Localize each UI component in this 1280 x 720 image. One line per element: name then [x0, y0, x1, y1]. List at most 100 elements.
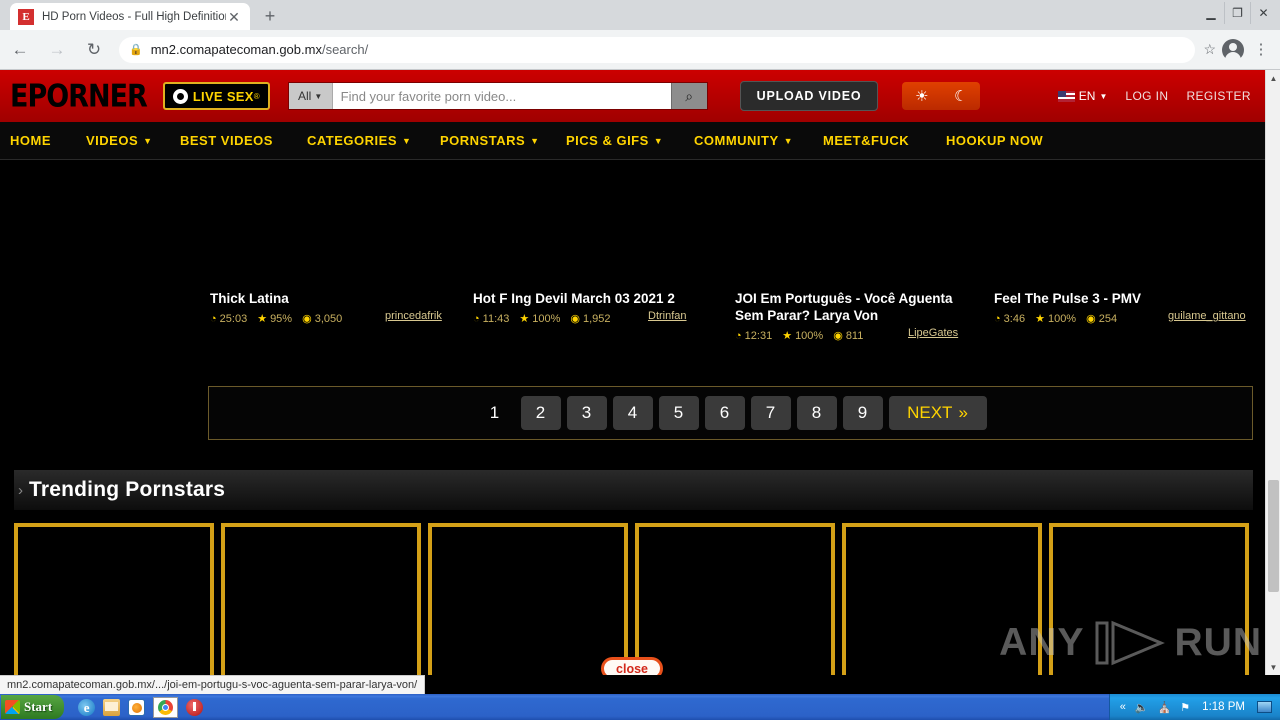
nav-item-home[interactable]: HOME: [10, 133, 51, 148]
clock-icon: ◔: [473, 312, 480, 325]
double-chevron-right-icon: »: [958, 403, 968, 422]
folder-icon[interactable]: [103, 698, 121, 716]
show-desktop-icon[interactable]: [1257, 701, 1272, 713]
scrollbar-thumb[interactable]: [1268, 480, 1279, 592]
clock-icon: ◔: [735, 329, 742, 342]
minimize-icon[interactable]: ▁: [1198, 2, 1224, 24]
page-link-4[interactable]: 4: [612, 396, 653, 430]
media-player-icon[interactable]: [128, 698, 146, 716]
windows-taskbar: Start « 🔈 ⛪ ⚑ 1:18 PM: [0, 694, 1280, 720]
us-flag-icon: [1057, 90, 1075, 102]
security-shield-icon[interactable]: ⛪: [1158, 701, 1172, 714]
language-selector[interactable]: EN ▼: [1057, 89, 1107, 103]
video-title[interactable]: Hot F Ing Devil March 03 2021 2: [473, 290, 723, 307]
video-duration: ◔ 3:46: [994, 313, 1025, 325]
video-rating-value: 100%: [795, 329, 824, 342]
eye-icon: ◉: [1086, 313, 1096, 325]
tab-strip: E HD Porn Videos - Full High Definition …: [0, 0, 1280, 30]
nav-item-best-videos[interactable]: BEST VIDEOS: [180, 133, 273, 148]
start-button[interactable]: Start: [1, 695, 65, 719]
video-title[interactable]: Thick Latina: [210, 290, 460, 307]
browser-tab[interactable]: E HD Porn Videos - Full High Definition …: [10, 3, 250, 30]
network-flag-icon[interactable]: ⚑: [1180, 701, 1190, 714]
show-hidden-icons-icon[interactable]: «: [1120, 701, 1126, 713]
profile-avatar-icon[interactable]: [1222, 38, 1244, 61]
video-author-link[interactable]: Dtrinfan: [648, 310, 687, 322]
video-card[interactable]: Thick Latina ◔ 25:03 ★ 95% ◉ 3,050 princedafrik: [210, 290, 460, 325]
pornstar-card[interactable]: KRYSTAL BOYD: [14, 523, 214, 675]
pagination: 1 2 3 4 5 6 7 8 9 NEXT »: [208, 386, 1253, 440]
nav-item-label: VIDEOS: [86, 133, 139, 148]
maximize-icon[interactable]: ❐: [1224, 2, 1250, 24]
bookmark-star-icon[interactable]: ☆: [1203, 41, 1216, 58]
page-link-1[interactable]: 1: [475, 396, 515, 430]
star-icon: ★: [782, 330, 793, 342]
volume-icon[interactable]: 🔈: [1135, 701, 1149, 714]
status-bar-url: mn2.comapatecoman.gob.mx/.../joi-em-port…: [0, 675, 426, 694]
page-viewport: EPORNER LIVE SEX® All ▼ ⌕ UPLOAD VIDEO ☀…: [0, 70, 1280, 675]
nav-item-label: COMMUNITY: [694, 133, 779, 148]
video-rating-value: 100%: [1047, 312, 1077, 325]
search-icon[interactable]: ⌕: [670, 83, 707, 109]
page-scrollbar[interactable]: ▲ ▼: [1265, 70, 1280, 675]
search-scope-dropdown[interactable]: All ▼: [288, 83, 333, 109]
page-link-7[interactable]: 7: [750, 396, 791, 430]
video-author-link[interactable]: LipeGates: [908, 327, 958, 339]
stop-icon[interactable]: [186, 698, 204, 716]
chrome-taskbar-button[interactable]: [153, 696, 179, 718]
page-link-5[interactable]: 5: [658, 396, 699, 430]
internet-explorer-icon[interactable]: [78, 698, 96, 716]
moon-icon[interactable]: ☾: [954, 87, 967, 105]
back-icon[interactable]: ←: [3, 33, 37, 67]
nav-item-pornstars[interactable]: PORNSTARS ▼: [440, 133, 540, 148]
nav-item-categories[interactable]: CATEGORIES ▼: [307, 133, 411, 148]
chevron-down-icon: ▼: [783, 135, 794, 146]
video-author-link[interactable]: guilame_gittano: [1168, 310, 1246, 322]
sun-icon[interactable]: ☀: [915, 87, 928, 105]
page-link-2[interactable]: 2: [520, 396, 561, 430]
site-logo[interactable]: EPORNER: [10, 78, 148, 114]
quick-launch-bar: [78, 696, 204, 718]
pornstar-card[interactable]: ENZIE REEVES: [842, 523, 1042, 675]
popup-close-button[interactable]: close: [601, 657, 663, 675]
reload-icon[interactable]: ↻: [77, 33, 111, 67]
nav-item-videos[interactable]: VIDEOS ▼: [86, 133, 153, 148]
pornstar-card[interactable]: [635, 523, 835, 675]
pornstar-card[interactable]: [428, 523, 628, 675]
video-views-value: 1,952: [583, 312, 611, 325]
next-page-button[interactable]: NEXT »: [888, 396, 987, 430]
pornstar-card[interactable]: AIDRA FOX: [221, 523, 421, 675]
page-link-6[interactable]: 6: [704, 396, 745, 430]
scroll-down-icon[interactable]: ▼: [1266, 659, 1280, 675]
search-input[interactable]: [332, 83, 671, 109]
nav-item-hookup-now[interactable]: HOOKUP NOW: [946, 133, 1043, 148]
pornstar-card[interactable]: EMILY WILLIS: [1049, 523, 1249, 675]
video-title[interactable]: JOI Em Português - Você Aguenta Sem Para…: [735, 290, 975, 324]
upload-video-button[interactable]: UPLOAD VIDEO: [739, 81, 879, 111]
page-link-3[interactable]: 3: [566, 396, 607, 430]
video-card[interactable]: JOI Em Português - Você Aguenta Sem Para…: [735, 290, 975, 342]
theme-toggle[interactable]: ☀ ☾: [902, 82, 981, 110]
nav-item-meet-fuck[interactable]: MEET&FUCK: [823, 133, 909, 148]
video-author-link[interactable]: princedafrik: [385, 310, 442, 322]
browser-menu-icon[interactable]: ⋮: [1250, 42, 1272, 57]
nav-item-pics-gifs[interactable]: PICS & GIFS ▼: [566, 133, 663, 148]
page-link-8[interactable]: 8: [796, 396, 837, 430]
video-card[interactable]: Feel The Pulse 3 - PMV ◔ 3:46 ★ 100% ◉ 254 guil…: [994, 290, 1246, 325]
register-link[interactable]: REGISTER: [1186, 89, 1251, 103]
clock[interactable]: 1:18 PM: [1202, 701, 1245, 713]
video-card[interactable]: Hot F Ing Devil March 03 2021 2 ◔ 11:43 ★ 10…: [473, 290, 723, 325]
login-link[interactable]: LOG IN: [1125, 89, 1168, 103]
video-title[interactable]: Feel The Pulse 3 - PMV: [994, 290, 1244, 307]
video-views: ◉ 811: [833, 329, 863, 343]
scroll-up-icon[interactable]: ▲: [1266, 70, 1280, 86]
url-path: /search/: [321, 42, 369, 57]
new-tab-button[interactable]: +: [258, 6, 282, 28]
nav-item-community[interactable]: COMMUNITY ▼: [694, 133, 793, 148]
live-sex-button[interactable]: LIVE SEX ®: [162, 82, 270, 110]
forward-icon[interactable]: →: [40, 33, 74, 67]
window-close-icon[interactable]: ✕: [1250, 2, 1276, 24]
address-bar[interactable]: 🔒 mn2.comapatecoman.gob.mx/search/: [119, 36, 1196, 63]
page-link-9[interactable]: 9: [842, 396, 883, 430]
close-icon[interactable]: ✕: [226, 10, 242, 24]
